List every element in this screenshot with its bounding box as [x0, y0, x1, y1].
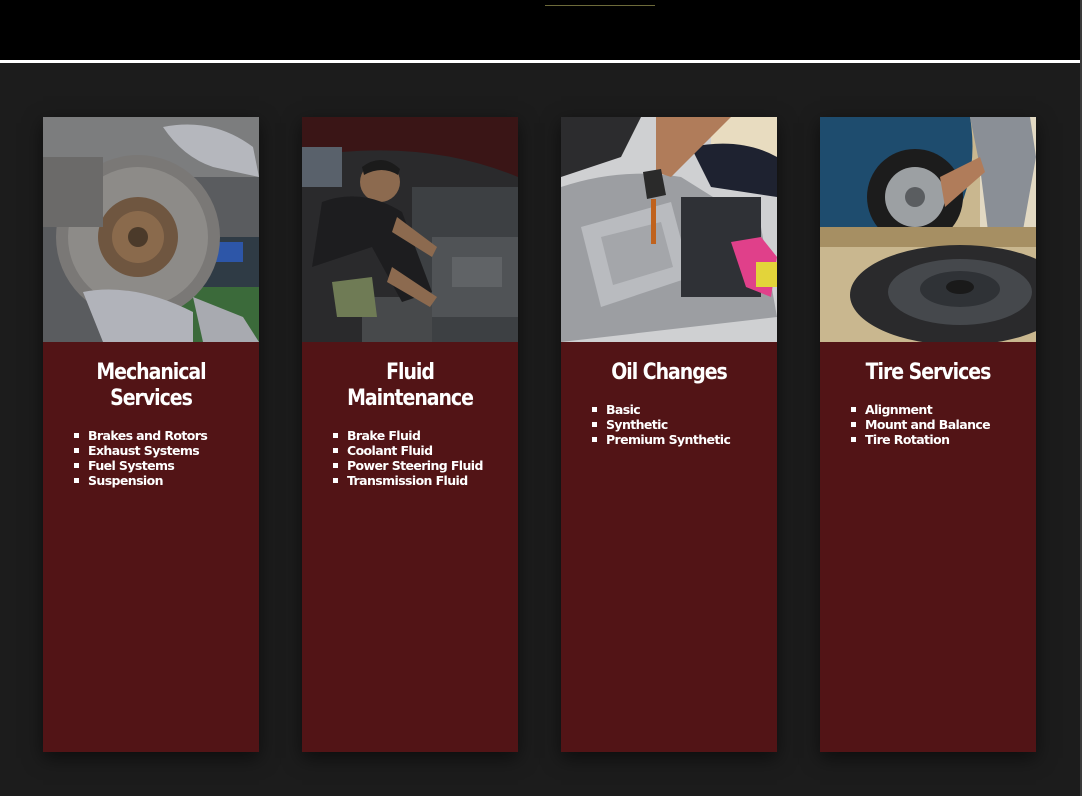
services-grid: Mechanical Services Brakes and Rotors Ex…: [43, 117, 1036, 752]
list-item: Exhaust Systems: [74, 443, 259, 458]
card-title: Tire Services: [865, 360, 992, 385]
service-list: Brake Fluid Coolant Fluid Power Steering…: [302, 428, 518, 488]
list-item: Brakes and Rotors: [74, 428, 259, 443]
service-card-fluid[interactable]: Fluid Maintenance Brake Fluid Coolant Fl…: [302, 117, 518, 752]
mechanic-engine-photo: [302, 117, 518, 342]
service-card-oil[interactable]: Oil Changes Basic Synthetic Premium Synt…: [561, 117, 777, 752]
list-item: Brake Fluid: [333, 428, 518, 443]
list-item: Tire Rotation: [851, 432, 1036, 447]
list-item: Coolant Fluid: [333, 443, 518, 458]
service-card-mechanical[interactable]: Mechanical Services Brakes and Rotors Ex…: [43, 117, 259, 752]
list-item: Transmission Fluid: [333, 473, 518, 488]
card-title: Mechanical Services: [96, 360, 206, 411]
list-item: Power Steering Fluid: [333, 458, 518, 473]
brake-rotor-photo: [43, 117, 259, 342]
oil-pour-photo: [561, 117, 777, 342]
service-list: Alignment Mount and Balance Tire Rotatio…: [820, 402, 1036, 447]
service-list: Brakes and Rotors Exhaust Systems Fuel S…: [43, 428, 259, 488]
list-item: Mount and Balance: [851, 417, 1036, 432]
list-item: Basic: [592, 402, 777, 417]
list-item: Premium Synthetic: [592, 432, 777, 447]
site-header: [0, 0, 1082, 60]
tire-wheel-photo: [820, 117, 1036, 342]
list-item: Fuel Systems: [74, 458, 259, 473]
header-accent-line: [545, 5, 655, 6]
card-title: Oil Changes: [611, 360, 728, 385]
list-item: Synthetic: [592, 417, 777, 432]
service-list: Basic Synthetic Premium Synthetic: [561, 402, 777, 447]
card-title: Fluid Maintenance: [347, 360, 474, 411]
list-item: Suspension: [74, 473, 259, 488]
header-divider: [0, 60, 1080, 63]
service-card-tire[interactable]: Tire Services Alignment Mount and Balanc…: [820, 117, 1036, 752]
list-item: Alignment: [851, 402, 1036, 417]
